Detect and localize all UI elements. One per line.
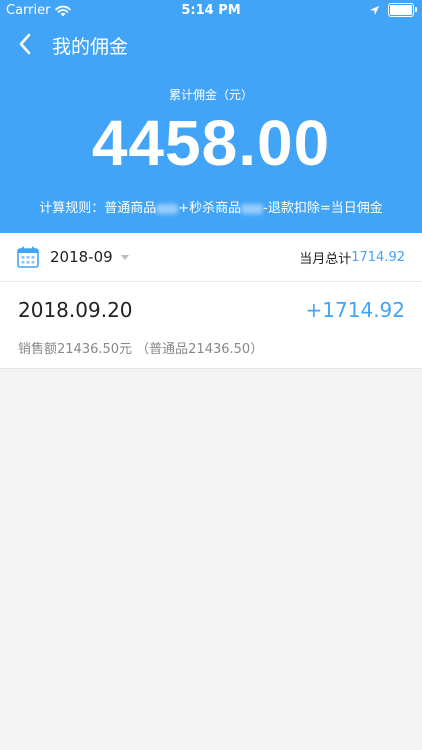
record-date: 2018.09.20 — [18, 298, 133, 322]
status-bar: Carrier 5:14 PM — [0, 0, 422, 22]
location-arrow-icon — [369, 5, 380, 15]
redacted-rate — [241, 203, 264, 214]
commission-header: Carrier 5:14 PM 我的佣金 累计佣金（元） 4458.00 计算规… — [0, 0, 422, 233]
record-detail: 销售额21436.50元 （普通品21436.50） — [18, 342, 264, 357]
calculation-rule: 计算规则：普通商品 +秒杀商品 -退款扣除=当日佣金 — [0, 197, 422, 216]
rule-prefix: 计算规则：普通商品 — [39, 201, 157, 216]
redacted-rate — [156, 203, 179, 214]
back-button[interactable] — [12, 29, 42, 59]
record-amount: +1714.92 — [305, 298, 405, 322]
page-title: 我的佣金 — [52, 36, 129, 58]
total-commission-value: 4458.00 — [91, 107, 331, 179]
month-total-label: 当月总计 — [299, 251, 352, 267]
rule-suffix: -退款扣除=当日佣金 — [263, 201, 383, 216]
month-total-value: 1714.92 — [351, 249, 405, 265]
status-right — [369, 3, 417, 17]
chevron-left-icon — [19, 33, 31, 55]
commission-record[interactable]: 2018.09.20 +1714.92 销售额21436.50元 （普通品214… — [0, 282, 422, 369]
calendar-icon — [17, 246, 39, 268]
battery-icon — [388, 3, 417, 17]
selected-month: 2018-09 — [50, 248, 113, 266]
caret-down-icon — [120, 254, 129, 260]
total-commission-label: 累计佣金（元） — [168, 88, 253, 102]
month-selector[interactable]: 2018-09 — [50, 233, 129, 281]
status-time: 5:14 PM — [181, 3, 241, 18]
nav-bar: 我的佣金 — [0, 22, 422, 66]
rule-mid: +秒杀商品 — [178, 201, 242, 216]
month-filter-bar: 2018-09 当月总计 1714.92 — [0, 233, 422, 282]
month-total: 当月总计 1714.92 — [299, 233, 405, 281]
